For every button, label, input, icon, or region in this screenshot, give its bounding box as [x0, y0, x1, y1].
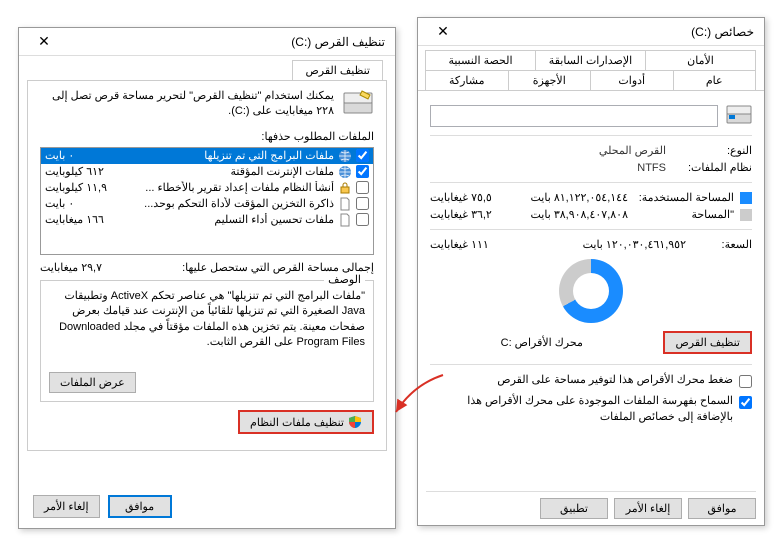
sysfiles-btn-label: تنظيف ملفات النظام — [250, 416, 344, 429]
type-label: النوع: — [672, 144, 752, 157]
file-size: ٦١٢ كيلوبايت — [45, 165, 117, 178]
drive-icon — [726, 105, 752, 127]
tab-content: النوع: القرص المحلي نظام الملفات: NTFS ا… — [418, 91, 764, 439]
tab-tools[interactable]: أدوات — [590, 70, 674, 90]
tabs: الأمان الإصدارات السابقة الحصة النسبية ع… — [418, 46, 764, 91]
file-checkbox[interactable] — [356, 197, 369, 210]
drive-c-label: محرك الأقراص :C — [430, 336, 653, 349]
tab-previous-versions[interactable]: الإصدارات السابقة — [535, 50, 646, 70]
files-to-delete-label: الملفات المطلوب حذفها: — [40, 130, 374, 143]
file-name: ملفات تحسين أداء التسليم — [121, 213, 334, 226]
apply-button[interactable]: تطبيق — [540, 498, 608, 519]
description-body: "ملفات البرامج التي تم تنزيلها" هي عناصر… — [49, 289, 365, 351]
used-label: المساحة المستخدمة: — [634, 191, 734, 204]
file-size: ١١,٩ كيلوبايت — [45, 181, 117, 194]
filesystem-label: نظام الملفات: — [672, 161, 752, 174]
free-label: "المساحة — [634, 208, 734, 221]
titlebar: تنظيف القرص (:C) ✕ — [19, 28, 395, 56]
indexing-label: السماح بفهرسة الملفات الموجودة على محرك … — [430, 394, 733, 425]
window-title: تنظيف القرص (:C) — [63, 35, 389, 49]
tab-quota[interactable]: الحصة النسبية — [425, 50, 536, 70]
used-gb: ٧٥,٥ غيغابايت — [430, 191, 502, 204]
file-list-item[interactable]: ملفات البرامج التي تم تنزيلها ٠ بايت — [41, 148, 373, 164]
file-icon — [338, 213, 352, 227]
file-size: ٠ بايت — [45, 149, 117, 162]
tab-hardware[interactable]: الأجهزة — [508, 70, 592, 90]
file-size: ١٦٦ ميغابايت — [45, 213, 117, 226]
capacity-gb: ١١١ غيغابايت — [430, 238, 502, 251]
cancel-button[interactable]: إلغاء الأمر — [33, 495, 100, 518]
description-legend: الوصف — [324, 273, 365, 288]
titlebar: خصائص (:C) ✕ — [418, 18, 764, 46]
disk-usage-chart — [559, 259, 623, 323]
dialog-buttons: موافق إلغاء الأمر — [33, 495, 172, 518]
compress-drive-option[interactable]: ضغط محرك الأقراص هذا لتوفير مساحة على ال… — [430, 373, 752, 388]
file-size: ٠ بايت — [45, 197, 117, 210]
close-button[interactable]: ✕ — [25, 31, 63, 53]
disk-cleanup-window: تنظيف القرص (:C) ✕ تنظيف القرص يمكنك است… — [18, 27, 396, 529]
file-checkbox[interactable] — [356, 181, 369, 194]
tab-sharing[interactable]: مشاركة — [425, 70, 509, 90]
free-color-swatch — [740, 209, 752, 221]
cleanup-content: يمكنك استخدام "تنظيف القرص" لتحرير مساحة… — [27, 80, 387, 451]
dialog-buttons: موافق إلغاء الأمر تطبيق — [426, 491, 756, 519]
ok-button[interactable]: موافق — [108, 495, 172, 518]
disk-cleanup-icon — [342, 89, 374, 117]
indexing-checkbox[interactable] — [739, 396, 752, 409]
file-name: ملفات الإنترنت المؤقتة — [121, 165, 334, 178]
capacity-bytes: ١٢٠,٠٣٠,٤٦١,٩٥٢ بايت — [508, 238, 686, 251]
used-bytes: ٨١,١٢٢,٠٥٤,١٤٤ بايت — [508, 191, 628, 204]
capacity-label: السعة: — [692, 238, 752, 251]
file-name: ملفات البرامج التي تم تنزيلها — [121, 149, 334, 162]
allow-indexing-option[interactable]: السماح بفهرسة الملفات الموجودة على محرك … — [430, 394, 752, 425]
intro-text: يمكنك استخدام "تنظيف القرص" لتحرير مساحة… — [40, 89, 334, 120]
drive-name-input[interactable] — [430, 105, 718, 127]
file-list-item[interactable]: أنشأ النظام ملفات إعداد تقرير بالأخطاء .… — [41, 180, 373, 196]
lock-icon — [338, 181, 352, 195]
used-color-swatch — [740, 192, 752, 204]
tab-disk-cleanup[interactable]: تنظيف القرص — [292, 60, 383, 80]
view-files-button[interactable]: عرض الملفات — [49, 372, 136, 393]
type-value: القرص المحلي — [599, 144, 666, 157]
files-list[interactable]: ملفات البرامج التي تم تنزيلها٠ بايتملفات… — [40, 147, 374, 255]
disk-cleanup-button[interactable]: تنظيف القرص — [663, 331, 752, 354]
shield-icon — [348, 415, 362, 429]
tab-general[interactable]: عام — [673, 70, 757, 90]
globe-icon — [338, 149, 352, 163]
window-title: خصائص (:C) — [462, 25, 758, 39]
ok-button[interactable]: موافق — [688, 498, 756, 519]
file-checkbox[interactable] — [356, 149, 369, 162]
file-name: ذاكرة التخزين المؤقت لأداة التحكم بوحد..… — [121, 197, 334, 210]
free-bytes: ٣٨,٩٠٨,٤٠٧,٨٠٨ بايت — [508, 208, 628, 221]
file-name: أنشأ النظام ملفات إعداد تقرير بالأخطاء .… — [121, 181, 334, 194]
close-button[interactable]: ✕ — [424, 21, 462, 43]
file-list-item[interactable]: ملفات تحسين أداء التسليم ١٦٦ ميغابايت — [41, 212, 373, 228]
cleanup-system-files-button[interactable]: تنظيف ملفات النظام — [238, 410, 374, 434]
free-gb: ٣٦,٢ غيغابايت — [430, 208, 502, 221]
cancel-button[interactable]: إلغاء الأمر — [614, 498, 682, 519]
globe-icon — [338, 165, 352, 179]
file-checkbox[interactable] — [356, 165, 369, 178]
description-group: الوصف "ملفات البرامج التي تم تنزيلها" هي… — [40, 280, 374, 403]
total-gain-value: ٢٩,٧ ميغابايت — [40, 261, 102, 274]
compress-label: ضغط محرك الأقراص هذا لتوفير مساحة على ال… — [497, 373, 733, 388]
tab-security[interactable]: الأمان — [645, 50, 756, 70]
compress-checkbox[interactable] — [739, 375, 752, 388]
filesystem-value: NTFS — [637, 162, 666, 174]
file-checkbox[interactable] — [356, 213, 369, 226]
file-list-item[interactable]: ذاكرة التخزين المؤقت لأداة التحكم بوحد..… — [41, 196, 373, 212]
file-list-item[interactable]: ملفات الإنترنت المؤقتة ٦١٢ كيلوبايت — [41, 164, 373, 180]
disk-properties-window: خصائص (:C) ✕ الأمان الإصدارات السابقة ال… — [417, 17, 765, 526]
file-icon — [338, 197, 352, 211]
